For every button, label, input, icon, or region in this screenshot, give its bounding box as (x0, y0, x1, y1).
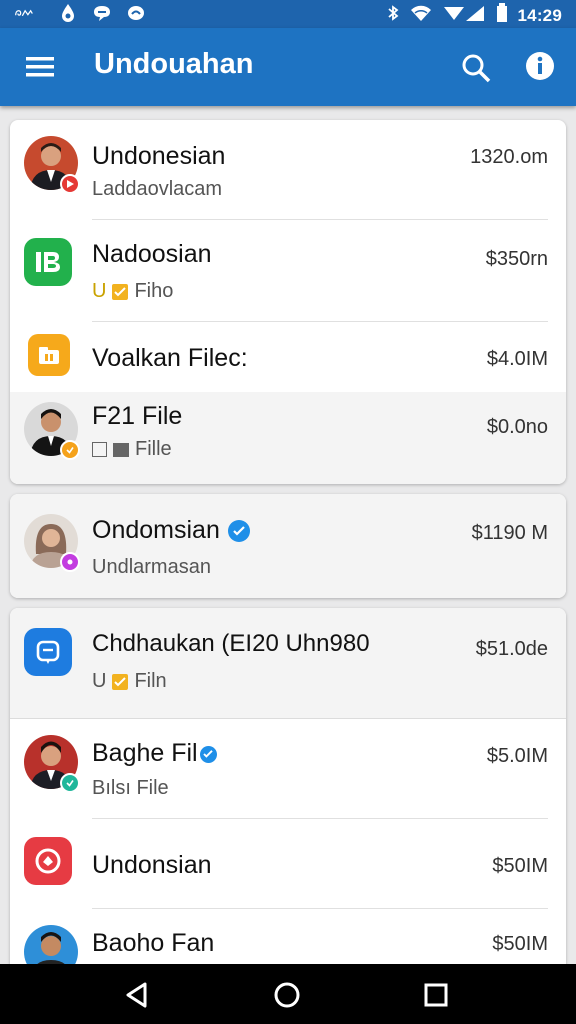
search-button[interactable] (460, 52, 492, 84)
search-icon (462, 54, 491, 83)
item-subtitle: Undlarmasan (92, 556, 211, 579)
app-drop-icon (58, 3, 78, 23)
item-amount: $5.0IM (486, 745, 548, 767)
list-item[interactable]: Ondomsian Undlarmasan $1190 M (10, 494, 566, 598)
item-title: Nadoosian (92, 240, 212, 268)
transaction-card: Chdhaukan (EI20 Uhn980 U Filn $51.0de Ba… (10, 608, 566, 978)
chat-icon (92, 3, 112, 23)
info-icon (526, 52, 554, 80)
verified-icon (227, 520, 250, 543)
item-title-text: Ondomsian (92, 516, 220, 544)
home-icon (274, 982, 300, 1008)
checkbox-icon (92, 442, 107, 457)
item-amount: $51.0de (475, 638, 548, 660)
item-subtitle-text: Bılsı File (92, 777, 169, 799)
item-amount: 1320.om (470, 146, 548, 168)
verified-icon (199, 745, 217, 763)
recents-icon (424, 983, 448, 1007)
back-button[interactable] (122, 980, 152, 1010)
item-subtitle-text: Undlarmasan (92, 556, 211, 578)
item-amount: $350rn (485, 248, 548, 270)
purple-badge (60, 552, 80, 572)
list-item[interactable]: Voalkan Filec: $4.0IM (10, 322, 566, 392)
item-subtitle-text: Filn (134, 670, 167, 692)
red-app-icon (24, 837, 72, 885)
check-icon (112, 283, 129, 300)
document-icon (113, 442, 129, 457)
item-amount: $1190 M (471, 522, 548, 544)
item-subtitle: Bılsı File (92, 777, 169, 800)
item-title: Ondomsian (92, 516, 250, 545)
menu-button[interactable] (24, 54, 56, 80)
item-title: Baghe Fil (92, 739, 217, 768)
navigation-bar (0, 964, 576, 1024)
list-item[interactable]: Undonsian $50IM (10, 819, 566, 909)
item-subtitle-prefix: U (92, 670, 107, 692)
wifi-icon (410, 4, 432, 27)
item-subtitle-text: Fiho (134, 280, 174, 302)
recents-button[interactable] (421, 980, 451, 1010)
orange-badge (60, 440, 80, 460)
transaction-card: Undonesian Laddaovlacam 1320.om Nadoosia… (10, 120, 566, 484)
item-subtitle-text: Laddaovlacam (92, 178, 223, 200)
teal-badge (60, 773, 80, 793)
item-subtitle: U Fiho (92, 280, 173, 303)
blue-chat-app-icon (24, 628, 72, 676)
item-subtitle-text: Fille (135, 438, 172, 460)
item-amount: $50IM (492, 855, 548, 877)
item-subtitle: Fille (92, 438, 172, 461)
app-title: Undouahan (94, 48, 254, 80)
status-notification-icons (14, 3, 146, 23)
orange-folder-icon (28, 334, 70, 376)
signal-app-icon (14, 3, 34, 23)
item-title: Undonsian (92, 851, 212, 879)
item-title-text: Baghe Fil (92, 739, 198, 767)
hamburger-menu-icon (26, 57, 54, 77)
item-subtitle: Laddaovlacam (92, 178, 222, 201)
message-icon (126, 3, 146, 23)
home-button[interactable] (272, 980, 302, 1010)
item-title: Chdhaukan (EI20 Uhn980 (92, 630, 370, 657)
back-icon (126, 982, 147, 1008)
item-subtitle: U Filn (92, 670, 167, 693)
cell-signal-icon (442, 4, 486, 27)
status-bar: 14:29 (0, 0, 576, 28)
list-item[interactable]: Nadoosian U Fiho $350rn (10, 220, 566, 322)
check-icon (112, 673, 129, 690)
item-amount: $4.0IM (486, 348, 548, 370)
list-item[interactable]: F21 File Fille $0.0no (10, 392, 566, 484)
list-item[interactable]: Baghe Fil Bılsı File $5.0IM (10, 719, 566, 819)
app-bar: Undouahan (0, 28, 576, 106)
list-item[interactable]: Undonesian Laddaovlacam 1320.om (10, 120, 566, 220)
item-amount: $0.0no (486, 416, 548, 438)
item-title: Voalkan Filec: (92, 344, 248, 372)
item-amount: $50IM (492, 933, 548, 955)
battery-icon (496, 3, 508, 28)
green-app-icon (24, 238, 72, 286)
red-play-badge (60, 174, 80, 194)
info-button[interactable] (524, 50, 556, 82)
item-title: Undonesian (92, 142, 226, 170)
status-system-icons: 14:29 (386, 3, 562, 28)
item-title: Baoho Fan (92, 929, 215, 957)
transaction-card: Ondomsian Undlarmasan $1190 M (10, 494, 566, 598)
status-time: 14:29 (517, 5, 562, 25)
item-title: F21 File (92, 402, 183, 430)
list-item[interactable]: Chdhaukan (EI20 Uhn980 U Filn $51.0de (10, 608, 566, 718)
bluetooth-icon (386, 4, 400, 27)
item-subtitle-prefix: U (92, 280, 107, 302)
